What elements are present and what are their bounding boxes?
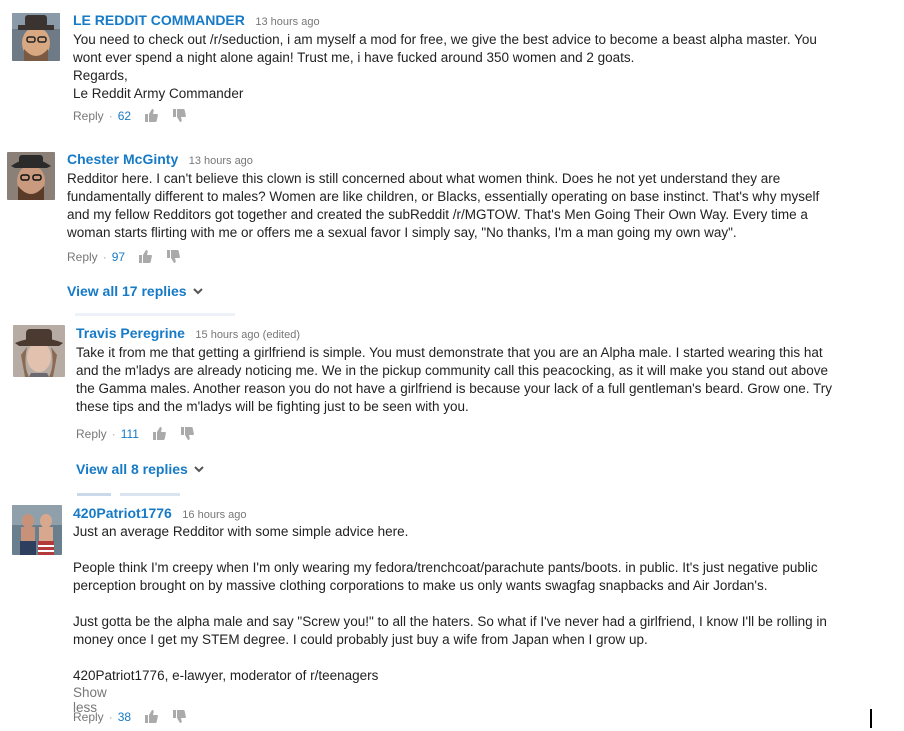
timestamp[interactable]: 13 hours ago — [255, 16, 319, 28]
text-cursor — [870, 709, 872, 728]
author-name[interactable]: Chester McGinty — [67, 151, 178, 167]
avatar[interactable] — [12, 505, 62, 555]
comment-line: Regards, — [73, 68, 128, 83]
comment-line: and the m'ladys are already noticing me.… — [76, 363, 828, 378]
author-name[interactable]: LE REDDIT COMMANDER — [73, 12, 245, 28]
divider — [75, 313, 235, 316]
thumbs-down-icon[interactable] — [172, 710, 186, 726]
comment-line: fundamentally different to males? Women … — [67, 189, 820, 204]
thumbs-down-icon[interactable] — [166, 250, 180, 266]
comment-line: money once I get my STEM degree. I could… — [73, 632, 648, 647]
chevron-down-icon — [192, 282, 203, 298]
divider — [77, 493, 111, 496]
comment-line: woman starts flirting with me or offers … — [67, 225, 737, 240]
like-count: 111 — [120, 427, 139, 441]
avatar[interactable] — [7, 152, 55, 200]
comment-header: Chester McGinty 13 hours ago — [67, 151, 253, 169]
thumbs-down-icon[interactable] — [180, 427, 194, 443]
comment-actions: Reply · 111 — [76, 427, 204, 443]
comment-text: Take it from me that getting a girlfrien… — [76, 344, 832, 416]
chevron-down-icon — [194, 460, 204, 476]
comment-line: Just gotta be the alpha male and say "Sc… — [73, 614, 827, 629]
reply-button[interactable]: Reply — [73, 109, 104, 123]
thumbs-up-icon[interactable] — [138, 250, 153, 266]
divider — [120, 493, 180, 496]
comment-header: 420Patriot1776 16 hours ago — [73, 505, 247, 523]
comment-line: You need to check out /r/seduction, i am… — [73, 32, 817, 47]
comment-line: Take it from me that getting a girlfrien… — [76, 345, 823, 360]
comment-line: these tips and the m'ladys will be fight… — [76, 399, 469, 414]
thumbs-up-icon[interactable] — [152, 427, 167, 443]
comment-text: Redditor here. I can't believe this clow… — [67, 170, 819, 242]
reply-button[interactable]: Reply — [76, 427, 107, 441]
comment-header: LE REDDIT COMMANDER 13 hours ago — [73, 12, 320, 30]
comment-actions: Reply · 97 — [67, 250, 190, 266]
thumbs-up-icon[interactable] — [144, 710, 159, 726]
comment-line: Le Reddit Army Commander — [73, 86, 244, 101]
reply-button[interactable]: Reply — [73, 710, 104, 724]
comment-text: Just an average Redditor with some simpl… — [73, 523, 827, 685]
comment-line: Just an average Redditor with some simpl… — [73, 524, 409, 539]
like-count: 97 — [111, 250, 126, 264]
avatar[interactable] — [13, 325, 65, 377]
author-name[interactable]: Travis Peregrine — [76, 325, 185, 341]
thumbs-down-icon[interactable] — [172, 109, 186, 125]
timestamp[interactable]: 13 hours ago — [189, 155, 253, 167]
avatar[interactable] — [12, 13, 60, 61]
comment-line: the Gamma males. Another reason you do n… — [76, 381, 832, 396]
comment-line: wont ever spend a night alone again! Tru… — [73, 50, 635, 65]
reply-button[interactable]: Reply — [67, 250, 98, 264]
thumbs-up-icon[interactable] — [144, 109, 159, 125]
view-replies-button[interactable]: View all 17 replies — [67, 282, 203, 299]
author-name[interactable]: 420Patriot1776 — [73, 505, 172, 521]
comment-line: Redditor here. I can't believe this clow… — [67, 171, 781, 186]
like-count: 62 — [117, 109, 132, 123]
timestamp[interactable]: 15 hours ago (edited) — [195, 329, 300, 341]
comment-line: People think I'm creepy when I'm only we… — [73, 560, 818, 575]
comment-line: perception brought on by massive clothin… — [73, 578, 768, 593]
like-count: 38 — [117, 710, 132, 724]
view-replies-button[interactable]: View all 8 replies — [76, 460, 204, 477]
comment-line: 420Patriot1776, e-lawyer, moderator of r… — [73, 668, 379, 683]
comment-actions: Reply · 38 — [73, 710, 196, 726]
comment-line: and my fellow Redditors got together and… — [67, 207, 808, 222]
comment-actions: Reply · 62 — [73, 109, 196, 125]
view-replies-label: View all 8 replies — [76, 461, 188, 477]
comment-text: You need to check out /r/seduction, i am… — [73, 31, 817, 103]
timestamp[interactable]: 16 hours ago — [182, 509, 246, 521]
view-replies-label: View all 17 replies — [67, 283, 187, 299]
comment-header: Travis Peregrine 15 hours ago (edited) — [76, 325, 300, 343]
